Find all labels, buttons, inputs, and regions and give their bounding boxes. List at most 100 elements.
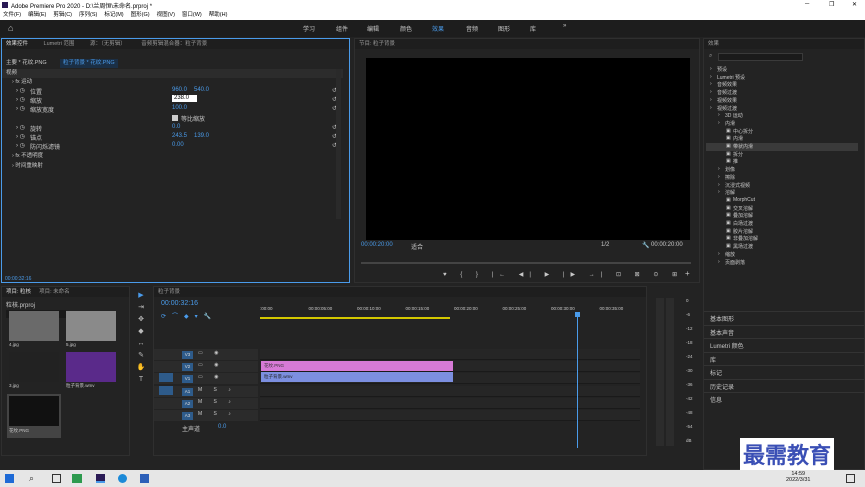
track-controls[interactable]: ▭ ◉ (198, 374, 223, 380)
prop-value-1[interactable]: 0.00 (172, 142, 184, 148)
prop-value-1[interactable]: 960.0 (172, 87, 187, 93)
panel-link-2[interactable]: Lumetri 颜色 (710, 341, 744, 350)
ws-audio[interactable]: 音频 (466, 24, 478, 33)
prop-value-2[interactable]: 139.0 (194, 133, 209, 139)
transport-controls[interactable]: ♥ { } |← ◀| ▶ |▶ →| ⊡ ⊠ ⊙ ⊞ (443, 271, 683, 278)
ripple-edit-icon[interactable]: ✥ (133, 314, 149, 326)
prop-value-2[interactable]: 540.0 (194, 87, 209, 93)
ws-learn[interactable]: 学习 (303, 24, 315, 33)
effect-controls-scrollbar[interactable] (336, 69, 341, 219)
source-patch-v1[interactable] (159, 373, 173, 382)
prop-value-1[interactable]: 0.0 (172, 124, 180, 130)
effects-tree-item[interactable]: › 音频过渡 (706, 89, 858, 97)
track-controls[interactable]: M S ♪ (198, 399, 236, 405)
motion-effect[interactable]: › fx 运动 (12, 78, 32, 87)
effects-tree-item[interactable]: ▣ 中心拆分 (706, 128, 858, 136)
tab-audio-mixer[interactable]: 音频剪辑混合器：粒子背景 (141, 41, 207, 47)
scale-input[interactable]: 238.0 (172, 95, 197, 102)
tab-lumetri-scopes[interactable]: Lumetri 范围 (44, 41, 75, 47)
effects-tree-item[interactable]: › 沉浸式视频 (706, 182, 858, 190)
stopwatch-icon[interactable]: › ◷ (16, 133, 25, 140)
menu-edit[interactable]: 编辑(E) (28, 10, 46, 20)
effects-tree-item[interactable]: › 内滑 (706, 120, 858, 128)
prop-value-1[interactable]: 243.5 (172, 133, 187, 139)
project-item[interactable]: 5.jpg (64, 309, 118, 349)
stopwatch-icon[interactable]: › ◷ (16, 124, 25, 131)
effects-tree-item[interactable]: › 擦除 (706, 174, 858, 182)
effects-search-input[interactable] (718, 53, 803, 61)
timeline-tool-icons[interactable]: ⟳⌒◆▾🔧 (161, 311, 217, 320)
task-view-icon[interactable] (52, 474, 61, 483)
app-icon-green[interactable] (72, 474, 82, 483)
project-item[interactable]: 花纹.PNG (7, 394, 61, 438)
effects-tree-item[interactable]: › 音频效果 (706, 81, 858, 89)
ws-effects[interactable]: 效果 (432, 24, 444, 33)
minimize-icon[interactable]: ─ (805, 1, 809, 7)
effects-tree-item[interactable]: › 视频过渡 (706, 105, 858, 113)
effects-tree-item[interactable]: ▣ 交叉溶解 (706, 205, 858, 213)
taskbar-search-icon[interactable]: ⌕ (29, 473, 34, 484)
ws-assembly[interactable]: 组件 (336, 24, 348, 33)
effects-tree-item[interactable]: ▣ 胶片溶解 (706, 228, 858, 236)
selection-tool-icon[interactable]: ▶ (133, 290, 149, 302)
windows-start-icon[interactable] (5, 474, 14, 483)
clip-particle[interactable]: 粒子背景.wmv (261, 372, 453, 382)
panel-link-3[interactable]: 库 (710, 355, 716, 364)
wrench-icon[interactable]: 🔧 (642, 242, 649, 249)
tab-effect-controls[interactable]: 效果控件 (6, 41, 28, 47)
effects-tree-item[interactable]: ▣ 黑场过渡 (706, 243, 858, 251)
project-item[interactable]: 3.jpg (7, 350, 61, 390)
track-label-A3[interactable]: A3 (182, 412, 193, 420)
maximize-icon[interactable]: ❐ (829, 1, 834, 8)
fit-dropdown[interactable]: 适合 (411, 242, 423, 251)
menu-help[interactable]: 帮助(H) (209, 10, 228, 20)
program-scrubber[interactable] (361, 262, 691, 264)
project-item[interactable]: 4.jpg (7, 309, 61, 349)
effects-tree-item[interactable]: ▣ 叠加溶解 (706, 212, 858, 220)
track-label-V2[interactable]: V2 (182, 363, 193, 371)
stopwatch-icon[interactable]: › ◷ (16, 142, 25, 149)
work-area-bar[interactable] (260, 317, 450, 319)
close-icon[interactable]: ✕ (852, 1, 857, 8)
track-label-A2[interactable]: A2 (182, 400, 193, 408)
tab-source[interactable]: 源：（无剪辑） (90, 41, 126, 47)
menu-graphics[interactable]: 图形(G) (131, 10, 150, 20)
tab-project-2[interactable]: 项目: 未命名 (39, 289, 70, 295)
home-icon[interactable]: ⌂ (8, 23, 13, 33)
track-controls[interactable]: M S ♪ (198, 387, 236, 393)
panel-link-5[interactable]: 历史记录 (710, 382, 734, 391)
prop-value-1[interactable]: 100.0 (172, 105, 187, 111)
panel-link-1[interactable]: 基本声音 (710, 328, 734, 337)
menu-view[interactable]: 视图(V) (157, 10, 175, 20)
add-button-icon[interactable]: + (685, 269, 690, 278)
ws-editing[interactable]: 编辑 (367, 24, 379, 33)
stopwatch-icon[interactable]: › ◷ (16, 87, 25, 94)
clip-flower[interactable]: 花纹.PNG (261, 361, 453, 371)
hand-icon[interactable]: ✋ (133, 362, 149, 374)
word-icon[interactable] (140, 474, 149, 483)
effects-tree-item[interactable]: ▣ 带状内滑 (706, 143, 858, 151)
effects-tree-item[interactable]: › 3D 运动 (706, 112, 858, 120)
track-controls[interactable]: ▭ ◉ (198, 362, 223, 368)
tab-project-1[interactable]: 项目: 粒核 (6, 289, 31, 295)
sequence-clip-label[interactable]: 粒子背景 * 花纹.PNG (60, 59, 118, 68)
quality-dropdown[interactable]: 1/2 (601, 242, 609, 248)
effects-tree-item[interactable]: › 溶解 (706, 189, 858, 197)
effects-tree-item[interactable]: › 预设 (706, 66, 858, 74)
panel-link-4[interactable]: 标记 (710, 368, 722, 377)
menu-clip[interactable]: 剪辑(C) (53, 10, 72, 20)
effects-tree-item[interactable]: › Lumetri 预设 (706, 74, 858, 82)
effects-tree-item[interactable]: ▣ 拆分 (706, 151, 858, 159)
menu-sequence[interactable]: 序列(S) (79, 10, 97, 20)
program-timecode-left[interactable]: 00:00:20:00 (361, 242, 393, 248)
panel-link-0[interactable]: 基本图形 (710, 314, 734, 323)
stopwatch-icon[interactable]: › ◷ (16, 105, 25, 112)
razor-icon[interactable]: ◆ (133, 326, 149, 338)
time-remap-effect[interactable]: › 时间重映射 (12, 162, 43, 171)
pen-icon[interactable]: ✎ (133, 350, 149, 362)
track-select-icon[interactable]: ⇥ (133, 302, 149, 314)
effects-tree-item[interactable]: › 缩放 (706, 251, 858, 259)
menu-marker[interactable]: 标记(M) (104, 10, 123, 20)
effects-tree-item[interactable]: ▣ 内滑 (706, 135, 858, 143)
effects-tree-item[interactable]: › 划像 (706, 166, 858, 174)
